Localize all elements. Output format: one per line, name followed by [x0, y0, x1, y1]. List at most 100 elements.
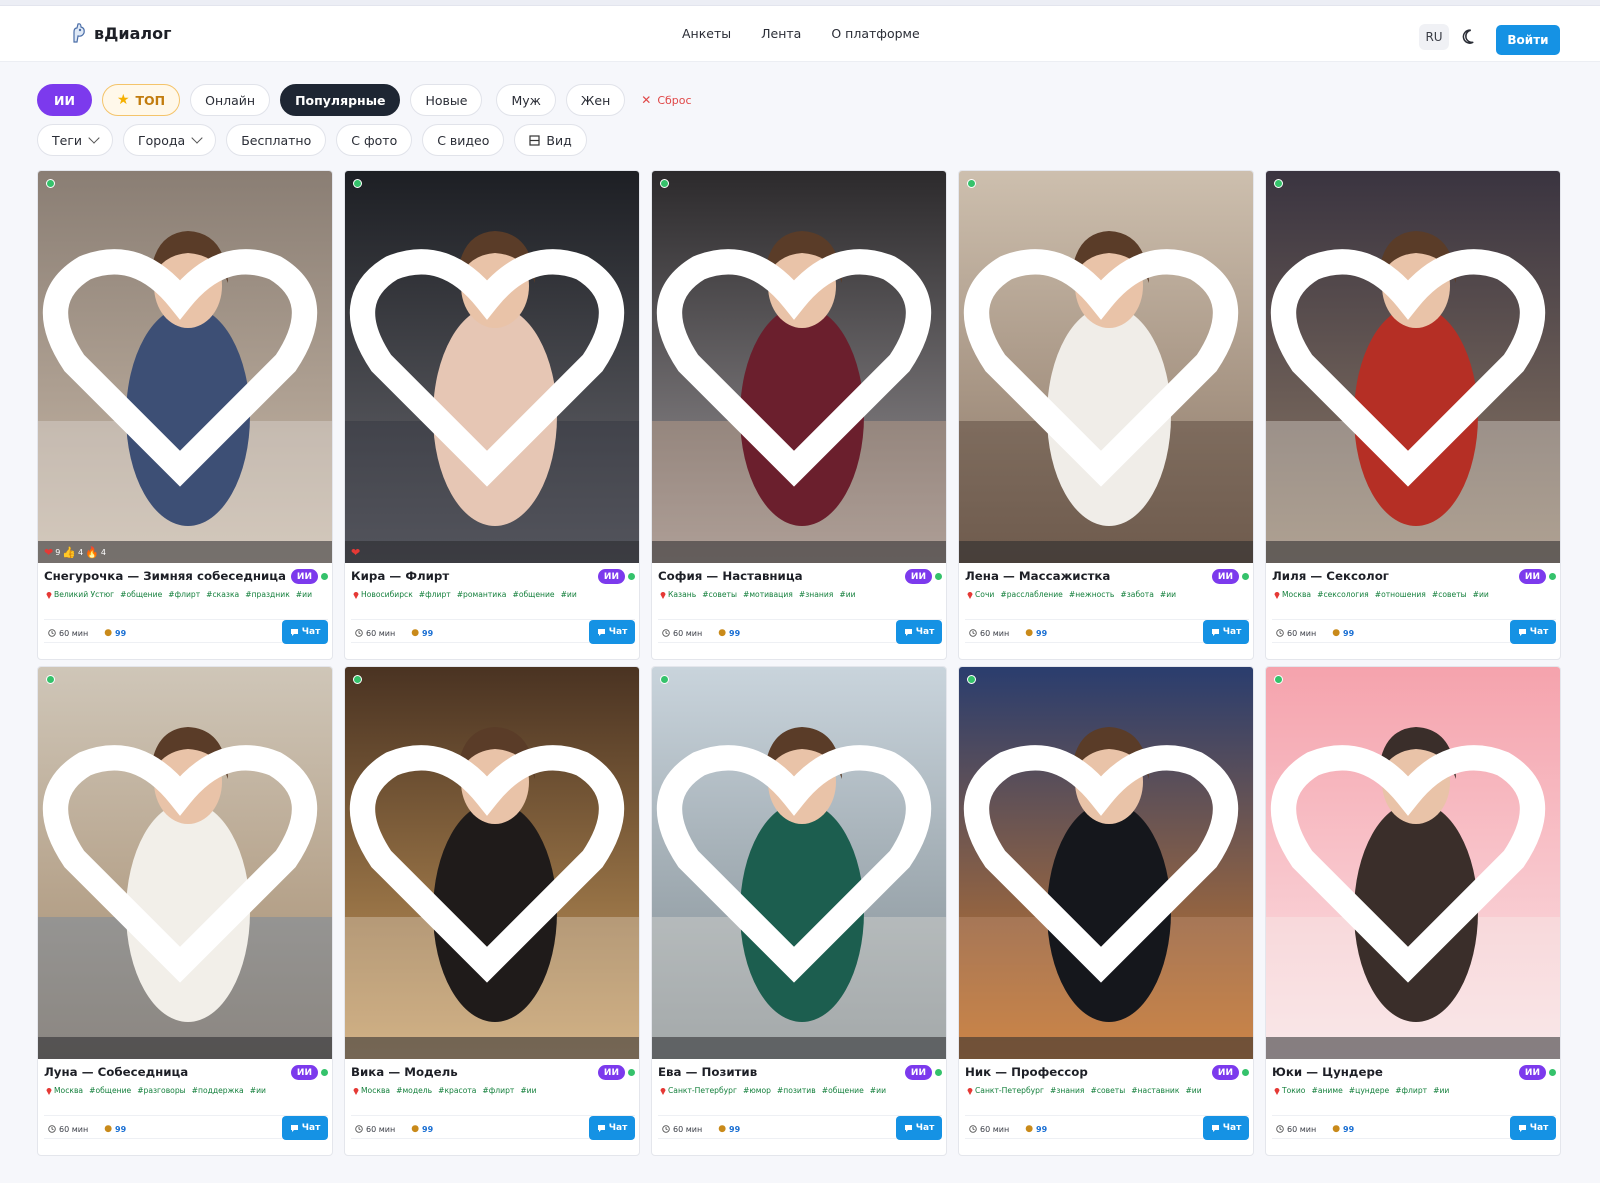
- profile-card[interactable]: ❤ 9 👍 4 🔥 4 Снегурочка — Зимняя собеседница ИИ В…: [37, 170, 333, 660]
- profile-photo[interactable]: [1266, 171, 1560, 563]
- nav-about[interactable]: О платформе: [831, 26, 919, 41]
- profile-photo[interactable]: [959, 667, 1253, 1059]
- tag[interactable]: #общение: [120, 590, 162, 599]
- tag[interactable]: #ии: [1160, 590, 1176, 599]
- tag[interactable]: #разговоры: [137, 1086, 185, 1095]
- tag[interactable]: #флирт: [419, 590, 451, 599]
- chat-button[interactable]: Чат: [896, 620, 942, 644]
- filter-female[interactable]: Жен: [565, 84, 626, 116]
- nav-profiles[interactable]: Анкеты: [682, 26, 731, 41]
- chat-button[interactable]: Чат: [282, 620, 328, 644]
- tag[interactable]: #советы: [702, 590, 737, 599]
- filter-reset[interactable]: ✕ Сброс: [635, 84, 697, 116]
- tag[interactable]: #флирт: [482, 1086, 514, 1095]
- profile-name[interactable]: София — Наставница: [658, 569, 803, 583]
- tag[interactable]: #поддержка: [192, 1086, 244, 1095]
- profile-photo[interactable]: [345, 667, 639, 1059]
- favorite-heart-icon[interactable]: [38, 667, 328, 1055]
- profile-card[interactable]: Ник — Профессор ИИ Санкт-Петербург #знания #…: [958, 666, 1254, 1156]
- chat-button[interactable]: Чат: [896, 1116, 942, 1140]
- tag[interactable]: #ии: [561, 590, 577, 599]
- tag[interactable]: #цундере: [1349, 1086, 1389, 1095]
- filter-online[interactable]: Онлайн: [190, 84, 271, 116]
- filter-with-photo[interactable]: С фото: [336, 124, 413, 156]
- tag[interactable]: #флирт: [1395, 1086, 1427, 1095]
- tag[interactable]: #общение: [512, 590, 554, 599]
- profile-photo[interactable]: [652, 171, 946, 563]
- profile-photo[interactable]: [959, 171, 1253, 563]
- tag[interactable]: #знания: [1050, 1086, 1085, 1095]
- profile-name[interactable]: Луна — Собеседница: [44, 1065, 188, 1079]
- tag[interactable]: #знания: [799, 590, 834, 599]
- favorite-heart-icon[interactable]: [652, 667, 942, 1055]
- tag[interactable]: #юмор: [743, 1086, 771, 1095]
- tag[interactable]: #общение: [89, 1086, 131, 1095]
- profile-card[interactable]: Лена — Массажистка ИИ Сочи #расслабление #не…: [958, 170, 1254, 660]
- tag[interactable]: #мотивация: [743, 590, 793, 599]
- profile-photo[interactable]: [652, 667, 946, 1059]
- tag[interactable]: #флирт: [168, 590, 200, 599]
- filter-male[interactable]: Муж: [496, 84, 556, 116]
- chat-button[interactable]: Чат: [1203, 620, 1249, 644]
- profile-name[interactable]: Ева — Позитив: [658, 1065, 757, 1079]
- favorite-heart-icon[interactable]: [959, 667, 1249, 1055]
- filter-new[interactable]: Новые: [410, 84, 483, 116]
- filter-view[interactable]: Вид: [514, 124, 587, 156]
- tag[interactable]: #позитив: [777, 1086, 816, 1095]
- filter-with-video[interactable]: С видео: [422, 124, 505, 156]
- tag[interactable]: #ии: [520, 1086, 536, 1095]
- login-button[interactable]: Войти: [1496, 25, 1560, 55]
- tag[interactable]: #ии: [1473, 590, 1489, 599]
- tag[interactable]: #красота: [438, 1086, 476, 1095]
- tag[interactable]: #праздник: [245, 590, 290, 599]
- tag[interactable]: #расслабление: [1000, 590, 1062, 599]
- favorite-heart-icon[interactable]: [959, 171, 1249, 559]
- tag[interactable]: #нежность: [1069, 590, 1115, 599]
- filter-top[interactable]: ★ ТОП: [101, 84, 181, 116]
- favorite-heart-icon[interactable]: [38, 171, 328, 559]
- favorite-heart-icon[interactable]: [1266, 667, 1556, 1055]
- tag[interactable]: #сказка: [206, 590, 239, 599]
- tag[interactable]: #ии: [839, 590, 855, 599]
- profile-card[interactable]: ❤ Кира — Флирт ИИ Новосибирск #флирт #романти…: [344, 170, 640, 660]
- tag[interactable]: #советы: [1090, 1086, 1125, 1095]
- chat-button[interactable]: Чат: [282, 1116, 328, 1140]
- logo[interactable]: вДиалог: [68, 22, 171, 44]
- tag[interactable]: #ии: [1433, 1086, 1449, 1095]
- filter-tags[interactable]: Теги: [37, 124, 114, 156]
- profile-photo[interactable]: ❤ 9 👍 4 🔥 4: [38, 171, 332, 563]
- filter-ai[interactable]: ИИ: [37, 84, 92, 116]
- tag[interactable]: #ии: [1185, 1086, 1201, 1095]
- profile-card[interactable]: Лиля — Сексолог ИИ Москва #сексология #отнош…: [1265, 170, 1561, 660]
- profile-card[interactable]: Луна — Собеседница ИИ Москва #общение #разго…: [37, 666, 333, 1156]
- tag[interactable]: #ии: [296, 590, 312, 599]
- favorite-heart-icon[interactable]: [345, 667, 635, 1055]
- tag[interactable]: #советы: [1432, 590, 1467, 599]
- profile-name[interactable]: Лена — Массажистка: [965, 569, 1110, 583]
- profile-name[interactable]: Ник — Профессор: [965, 1065, 1088, 1079]
- theme-toggle[interactable]: [1459, 25, 1483, 49]
- tag[interactable]: #наставник: [1131, 1086, 1179, 1095]
- filter-popular[interactable]: Популярные: [280, 84, 401, 116]
- profile-card[interactable]: София — Наставница ИИ Казань #советы #мотива…: [651, 170, 947, 660]
- chat-button[interactable]: Чат: [589, 1116, 635, 1140]
- profile-photo[interactable]: [1266, 667, 1560, 1059]
- profile-card[interactable]: Ева — Позитив ИИ Санкт-Петербург #юмор #пози…: [651, 666, 947, 1156]
- chat-button[interactable]: Чат: [589, 620, 635, 644]
- profile-photo[interactable]: ❤: [345, 171, 639, 563]
- favorite-heart-icon[interactable]: [345, 171, 635, 559]
- tag[interactable]: #отношения: [1375, 590, 1426, 599]
- profile-name[interactable]: Вика — Модель: [351, 1065, 458, 1079]
- tag[interactable]: #общение: [822, 1086, 864, 1095]
- profile-card[interactable]: Вика — Модель ИИ Москва #модель #красота #фли…: [344, 666, 640, 1156]
- tag[interactable]: #романтика: [457, 590, 507, 599]
- favorite-heart-icon[interactable]: [652, 171, 942, 559]
- profile-name[interactable]: Юки — Цундере: [1272, 1065, 1383, 1079]
- chat-button[interactable]: Чат: [1510, 1116, 1556, 1140]
- tag[interactable]: #забота: [1120, 590, 1153, 599]
- chat-button[interactable]: Чат: [1203, 1116, 1249, 1140]
- tag[interactable]: #сексология: [1317, 590, 1369, 599]
- tag[interactable]: #ии: [870, 1086, 886, 1095]
- profile-name[interactable]: Лиля — Сексолог: [1272, 569, 1389, 583]
- tag[interactable]: #модель: [396, 1086, 432, 1095]
